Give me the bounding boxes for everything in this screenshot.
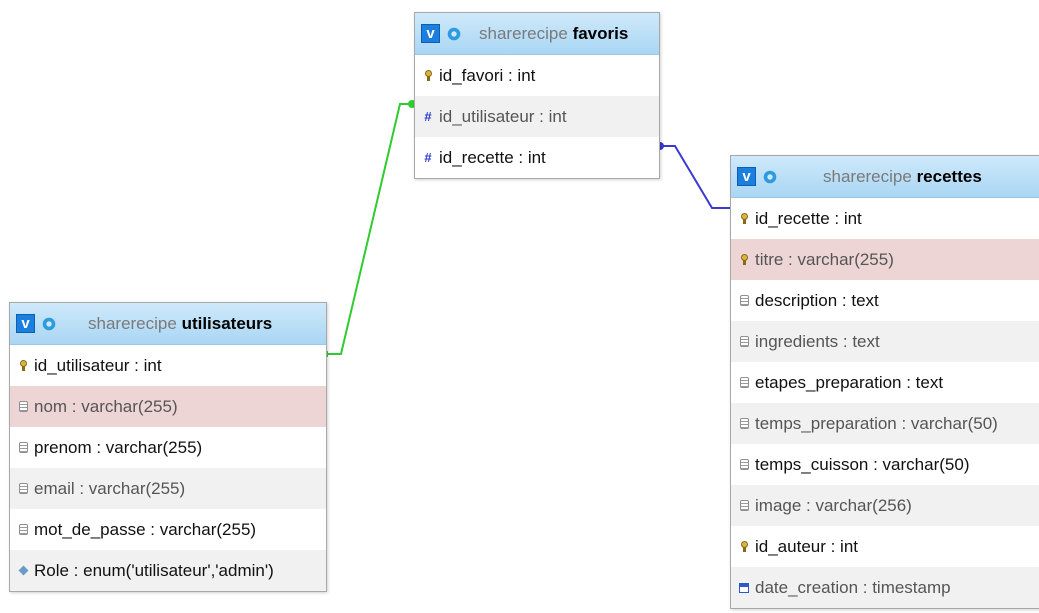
column-row[interactable]: id_utilisateur : int: [10, 345, 326, 386]
column-label: date_creation : timestamp: [755, 577, 951, 597]
column-label: prenom : varchar(255): [34, 437, 203, 457]
gear-icon[interactable]: [40, 315, 58, 333]
primary-key-icon: [16, 360, 30, 371]
table-header[interactable]: v sharerecipe recettes: [731, 156, 1039, 198]
schema-name: sharerecipe: [479, 23, 568, 43]
column-row[interactable]: Role : enum('utilisateur','admin'): [10, 550, 326, 591]
column-row[interactable]: prenom : varchar(255): [10, 427, 326, 468]
column-icon: [16, 401, 30, 412]
toggle-button[interactable]: v: [737, 167, 756, 186]
column-label: temps_cuisson : varchar(50): [755, 454, 970, 474]
primary-key-icon: [737, 213, 751, 224]
column-label: etapes_preparation : text: [755, 372, 944, 392]
column-icon: [737, 418, 751, 429]
column-icon: [737, 377, 751, 388]
column-label: description : text: [755, 290, 879, 310]
column-row[interactable]: id_favori : int: [415, 55, 659, 96]
key-icon: [737, 541, 751, 552]
column-row[interactable]: ingredients : text: [731, 321, 1039, 362]
column-icon: [16, 483, 30, 494]
column-row[interactable]: id_recette : int: [731, 198, 1039, 239]
gear-icon[interactable]: [761, 168, 779, 186]
column-row[interactable]: email : varchar(255): [10, 468, 326, 509]
table-title: sharerecipe favoris: [479, 24, 628, 44]
column-row[interactable]: image : varchar(256): [731, 485, 1039, 526]
column-label: id_utilisateur : int: [34, 355, 162, 375]
column-label: id_favori : int: [439, 65, 536, 85]
column-row[interactable]: etapes_preparation : text: [731, 362, 1039, 403]
table-utilisateurs[interactable]: v sharerecipe utilisateurs id_utilisateu…: [9, 302, 327, 592]
schema-name: sharerecipe: [88, 313, 177, 333]
column-row[interactable]: titre : varchar(255): [731, 239, 1039, 280]
column-icon: [16, 442, 30, 453]
table-name: recettes: [916, 166, 982, 186]
column-icon: [737, 336, 751, 347]
column-row[interactable]: mot_de_passe : varchar(255): [10, 509, 326, 550]
date-icon: [737, 582, 751, 593]
column-icon: [737, 295, 751, 306]
column-label: ingredients : text: [755, 331, 880, 351]
relation-recette-favoris[interactable]: [658, 145, 730, 209]
column-label: image : varchar(256): [755, 495, 912, 515]
column-row[interactable]: # id_recette : int: [415, 137, 659, 178]
relation-utilisateur-favoris[interactable]: [326, 103, 414, 355]
column-label: id_utilisateur : int: [439, 106, 567, 126]
column-row[interactable]: nom : varchar(255): [10, 386, 326, 427]
column-icon: [737, 500, 751, 511]
column-label: id_auteur : int: [755, 536, 859, 556]
column-row[interactable]: temps_preparation : varchar(50): [731, 403, 1039, 444]
table-name: favoris: [572, 23, 629, 43]
index-hash-icon: #: [424, 109, 432, 124]
column-label: mot_de_passe : varchar(255): [34, 519, 257, 539]
column-label: id_recette : int: [439, 147, 546, 167]
schema-name: sharerecipe: [823, 166, 912, 186]
column-label: temps_preparation : varchar(50): [755, 413, 998, 433]
column-label: nom : varchar(255): [34, 396, 178, 416]
column-row[interactable]: date_creation : timestamp: [731, 567, 1039, 608]
column-icon: [737, 459, 751, 470]
toggle-button[interactable]: v: [421, 24, 440, 43]
column-icon: [16, 524, 30, 535]
enum-icon: [16, 565, 30, 576]
table-title: sharerecipe utilisateurs: [88, 314, 272, 334]
index-hash-icon: #: [424, 150, 432, 165]
primary-key-icon: [421, 70, 435, 81]
table-favoris[interactable]: v sharerecipe favoris id_favori : int # …: [414, 12, 660, 179]
table-name: utilisateurs: [181, 313, 273, 333]
column-label: id_recette : int: [755, 208, 862, 228]
column-label: titre : varchar(255): [755, 249, 894, 269]
column-row[interactable]: id_auteur : int: [731, 526, 1039, 567]
key-icon: [737, 254, 751, 265]
table-recettes[interactable]: v sharerecipe recettes id_recette : int …: [730, 155, 1039, 609]
column-row[interactable]: temps_cuisson : varchar(50): [731, 444, 1039, 485]
table-header[interactable]: v sharerecipe utilisateurs: [10, 303, 326, 345]
column-row[interactable]: # id_utilisateur : int: [415, 96, 659, 137]
column-label: Role : enum('utilisateur','admin'): [34, 560, 274, 580]
gear-icon[interactable]: [445, 25, 463, 43]
column-row[interactable]: description : text: [731, 280, 1039, 321]
table-header[interactable]: v sharerecipe favoris: [415, 13, 659, 55]
toggle-button[interactable]: v: [16, 314, 35, 333]
column-label: email : varchar(255): [34, 478, 186, 498]
table-title: sharerecipe recettes: [823, 167, 982, 187]
